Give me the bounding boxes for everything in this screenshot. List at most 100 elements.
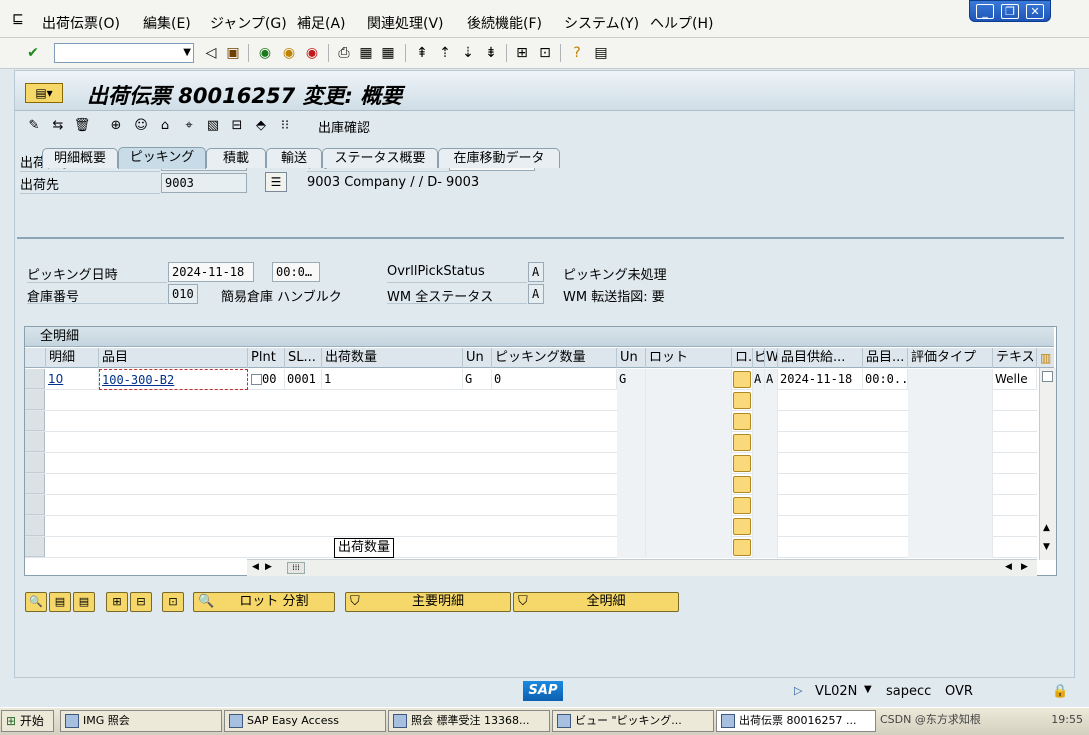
batch-cell[interactable] [646,369,732,390]
chevron-down-icon[interactable]: ▼ [183,44,191,62]
scroll-thumb[interactable]: ⁞⁞⁞ [287,562,305,574]
delete-icon[interactable]: 🗑 [73,117,91,135]
first-page-icon[interactable]: ⇞ [413,44,431,62]
scroll-up-icon[interactable]: ▲ [1043,523,1050,533]
minimize-icon[interactable]: _ [976,4,994,19]
enter-icon[interactable]: ✔ [24,44,42,62]
help-icon[interactable]: ? [568,44,586,62]
batch-button[interactable] [733,413,751,430]
picking-time-field[interactable]: 00:0… [272,262,320,282]
command-field[interactable]: ▼ [54,43,194,63]
menu-edit[interactable]: 編集(E) [143,13,191,33]
col-delivery-qty[interactable]: 出荷数量 [322,348,463,368]
save-icon[interactable]: ▣ [224,44,242,62]
scroll-right-end-icon[interactable]: ▶ [1021,562,1028,572]
find-icon[interactable]: ▦ [357,44,375,62]
shortcut-icon[interactable]: ⊡ [536,44,554,62]
system-menu-icon[interactable]: ⊑ [12,12,28,26]
tab-goods-movement[interactable]: 在庫移動データ [438,148,560,168]
batch-button[interactable] [733,476,751,493]
partner-icon[interactable]: ☺ [132,117,150,135]
storage-location-cell[interactable]: 0001 [285,369,322,390]
header-icon[interactable]: ⊕ [107,117,125,135]
col-picking-qty[interactable]: ピッキング数量 [492,348,617,368]
picking-date-field[interactable]: 2024-11-18 [168,262,254,282]
col-batch[interactable]: ロット [646,348,732,368]
col-wm-status[interactable]: W [765,348,778,368]
taskbar-item-active[interactable]: 出荷伝票 80016257 ... [716,710,876,732]
batch-button[interactable] [733,539,751,556]
tab-item-overview[interactable]: 明細概要 [42,148,118,168]
menu-extras[interactable]: 補足(A) [297,13,346,33]
all-items-button[interactable]: ⛉ 全明細 [513,592,679,612]
scroll-left-end-icon[interactable]: ◀ [1005,562,1012,572]
taskbar-item[interactable]: ビュー "ピッキング... [552,710,714,732]
insert-row-icon[interactable]: ⊞ [106,592,128,612]
delete-row-icon[interactable]: ⊟ [130,592,152,612]
tab-loading[interactable]: 積載 [206,148,266,168]
col-storage-location[interactable]: SL... [285,348,322,368]
table-row[interactable]: 10 100-300-B2 00 0001 1 G 0 G A A 2024-1… [25,369,1037,390]
scroll-right-icon[interactable]: ▶ [265,562,272,572]
row-selector[interactable] [25,537,45,557]
col-pick-status[interactable]: ピ [753,348,765,368]
batch-button[interactable] [733,371,751,388]
menu-goto[interactable]: ジャンプ(G) [210,13,287,33]
tab-picking[interactable]: ピッキング [118,147,206,169]
start-button[interactable]: ⊞ 开始 [1,710,54,732]
select-all-icon[interactable]: ▤ [49,592,71,612]
document-flow-icon[interactable]: ⊟ [228,117,246,135]
col-batch-input[interactable]: ロ.. [732,348,753,368]
previous-page-icon[interactable]: ⇡ [436,44,454,62]
last-page-icon[interactable]: ⇟ [482,44,500,62]
item-number-link[interactable]: 10 [46,369,99,390]
select-all-cell[interactable] [25,348,46,368]
row-selector[interactable] [25,495,45,515]
batch-button[interactable] [733,455,751,472]
unit-cell[interactable]: G [463,369,492,390]
col-material[interactable]: 品目 [99,348,248,368]
next-page-icon[interactable]: ⇣ [459,44,477,62]
packing-icon[interactable]: ▧ [204,117,222,135]
screen-menu-icon[interactable]: ▤▾ [25,83,63,103]
shipto-field[interactable]: 9003 [161,173,247,193]
column-settings-icon[interactable]: ▥ [1037,348,1054,368]
vertical-scrollbar[interactable]: ▲ ▼ [1039,368,1056,560]
batch-button[interactable] [733,434,751,451]
output-icon[interactable]: ⌂ [156,117,174,135]
menu-environment[interactable]: 関連処理(V) [367,13,444,33]
more-icon[interactable]: ⁝⁝ [276,117,294,135]
availability-time-cell[interactable]: 00:0... [863,369,908,390]
scroll-down-icon[interactable]: ▼ [1043,542,1050,552]
exit-icon[interactable]: ◉ [280,44,298,62]
picking-qty-cell[interactable]: 0 [492,369,617,390]
availability-date-cell[interactable]: 2024-11-18 [778,369,863,390]
row-selector[interactable] [25,453,45,473]
post-goods-issue-button[interactable]: 出庫確認 [318,117,370,136]
find-next-icon[interactable]: ▦ [379,44,397,62]
close-icon[interactable]: ✕ [1026,4,1044,19]
batch-split-button[interactable]: 🔍 ロット 分割 [193,592,335,612]
col-picking-unit[interactable]: Un [617,348,646,368]
back-arrow-icon[interactable]: ◁ [202,44,220,62]
batch-button[interactable] [733,497,751,514]
col-availability-time[interactable]: 品目... [863,348,908,368]
row-selector[interactable] [25,432,45,452]
detail-icon[interactable]: 🔍 [25,592,47,612]
tab-transport[interactable]: 輸送 [266,148,322,168]
configure-icon[interactable]: ⊡ [162,592,184,612]
row-selector[interactable] [25,411,45,431]
menu-help[interactable]: ヘルプ(H) [650,13,713,33]
row-selector[interactable] [25,390,45,410]
back-icon[interactable]: ◉ [256,44,274,62]
row-selector[interactable] [25,516,45,536]
menu-subsequent[interactable]: 後続機能(F) [467,13,542,33]
delivery-qty-cell[interactable]: 1 [322,369,463,390]
col-plant[interactable]: Plnt [248,348,285,368]
print-icon[interactable]: ⎙ [335,44,353,62]
col-unit[interactable]: Un [463,348,492,368]
restore-icon[interactable]: ❐ [1001,4,1019,19]
row-selector[interactable] [25,474,45,494]
cancel-icon[interactable]: ◉ [303,44,321,62]
batch-button[interactable] [733,392,751,409]
